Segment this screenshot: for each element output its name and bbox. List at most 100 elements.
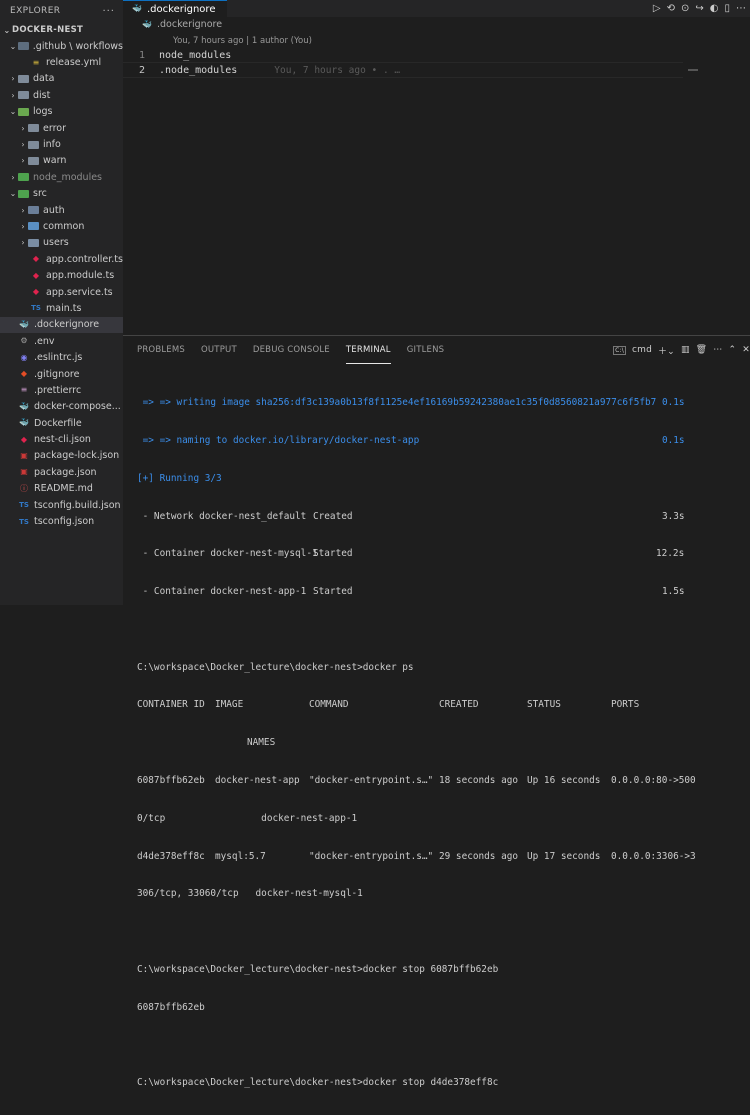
terminal-line: C:\workspace\Docker_lecture\docker-nest>… bbox=[137, 963, 499, 975]
tree-item[interactable]: 🐳 Dockerfile bbox=[0, 415, 123, 431]
more-actions-icon[interactable]: ⋯ bbox=[713, 345, 722, 355]
chevron-right-icon: › bbox=[21, 205, 25, 215]
run-icon[interactable]: ▷ bbox=[653, 3, 661, 14]
tree-item[interactable]: 🐳 .dockerignore bbox=[0, 316, 123, 334]
tree-item[interactable]: › node_modules bbox=[0, 169, 123, 185]
tree-item[interactable]: ◉ .eslintrc.js bbox=[0, 349, 123, 365]
breadcrumb-file: .dockerignore bbox=[157, 19, 223, 30]
docker-file-icon: 🐳 bbox=[142, 19, 152, 29]
tree-item[interactable]: ◆ .gitignore bbox=[0, 366, 123, 382]
tree-item[interactable]: › users bbox=[0, 235, 123, 251]
line-number: 1 bbox=[138, 49, 145, 61]
minimap[interactable] bbox=[688, 69, 698, 71]
npm-icon: ▣ bbox=[20, 450, 28, 460]
terminal-icon: C:\ bbox=[613, 345, 626, 355]
ts-file-icon: TS bbox=[19, 517, 29, 526]
tree-item[interactable]: › data bbox=[0, 71, 123, 87]
tree-item-label: package.json bbox=[34, 466, 97, 478]
tree-item-label: error bbox=[43, 122, 66, 134]
chevron-right-icon: › bbox=[11, 172, 15, 182]
chevron-right-icon: › bbox=[21, 123, 25, 133]
breadcrumb[interactable]: 🐳 .dockerignore bbox=[123, 17, 750, 32]
code-editor[interactable]: You, 7 hours ago | 1 author (You) 1 node… bbox=[123, 32, 750, 82]
tree-item[interactable]: ⌄ .github \ workflows bbox=[0, 38, 123, 54]
trash-icon[interactable]: 🗑 bbox=[696, 345, 708, 355]
tree-item-label: .dockerignore bbox=[34, 319, 100, 331]
tree-item[interactable]: ⌄ src bbox=[0, 186, 123, 202]
tree-item[interactable]: ▣ package.json bbox=[0, 464, 123, 480]
tree-item-label: .gitignore bbox=[34, 368, 80, 380]
eslint-icon: ◉ bbox=[20, 352, 28, 362]
tree-item[interactable]: TS main.ts bbox=[0, 300, 123, 316]
code-line-1[interactable]: 1 node_modules bbox=[123, 48, 683, 62]
project-name: DOCKER-NEST bbox=[12, 25, 84, 35]
tab-debug-console[interactable]: DEBUG CONSOLE bbox=[253, 336, 330, 364]
tab-gitlens[interactable]: GITLENS bbox=[407, 336, 445, 364]
tree-item-label: docker-compose... bbox=[34, 401, 121, 413]
yml-file-icon: ≡ bbox=[32, 57, 40, 67]
split-editor-icon[interactable]: ▯ bbox=[724, 3, 730, 14]
more-actions-icon[interactable]: ··· bbox=[102, 6, 115, 17]
codelens-author[interactable]: You, 7 hours ago | 1 author (You) bbox=[173, 36, 312, 46]
project-section-header[interactable]: ⌄ DOCKER-NEST bbox=[0, 22, 123, 38]
editor-actions: ▷ ⟲ ⊙ ↪ ◐ ▯ ⋯ bbox=[653, 0, 750, 17]
tree-item[interactable]: › info bbox=[0, 136, 123, 152]
git-compare-icon[interactable]: ⟲ bbox=[667, 3, 675, 14]
tab-problems[interactable]: PROBLEMS bbox=[137, 336, 185, 364]
tree-item[interactable]: › error bbox=[0, 120, 123, 136]
chevron-right-icon: › bbox=[11, 90, 15, 100]
tree-item[interactable]: ◆ app.service.ts bbox=[0, 284, 123, 300]
go-forward-icon[interactable]: ↪ bbox=[695, 3, 703, 14]
tree-item[interactable]: ▣ package-lock.json bbox=[0, 448, 123, 464]
tab-dockerignore[interactable]: 🐳 .dockerignore bbox=[123, 0, 227, 17]
tree-item-label: users bbox=[43, 237, 69, 249]
tree-item-label: tsconfig.json bbox=[34, 516, 95, 528]
close-icon[interactable]: ✕ bbox=[742, 345, 750, 355]
terminal-line: => => naming to docker.io/library/docker… bbox=[137, 434, 685, 446]
folder-src-icon bbox=[18, 189, 29, 198]
tree-item[interactable]: › common bbox=[0, 218, 123, 234]
tree-item[interactable]: ≡ release.yml bbox=[0, 54, 123, 70]
more-actions-icon[interactable]: ⋯ bbox=[736, 3, 746, 14]
tree-item[interactable]: ◆ app.module.ts bbox=[0, 267, 123, 283]
tree-item[interactable]: ⓘ README.md bbox=[0, 481, 123, 497]
tree-item-label: release.yml bbox=[46, 57, 102, 69]
timeline-icon[interactable]: ◐ bbox=[710, 3, 719, 14]
ps-row-wrap: 306/tcp, 33060/tcp docker-nest-mysql-1 bbox=[137, 888, 363, 900]
tree-item[interactable]: ⌄ logs bbox=[0, 104, 123, 120]
terminal-line: - Container docker-nest-app-1 Started 1.5s bbox=[137, 586, 685, 598]
tree-item-label: warn bbox=[43, 155, 67, 167]
terminal-line: [+] Running 3/3 bbox=[137, 472, 222, 484]
panel-tabs: PROBLEMS OUTPUT DEBUG CONSOLE TERMINAL G… bbox=[123, 336, 750, 364]
tree-item-label: tsconfig.build.json bbox=[34, 499, 121, 511]
tree-item[interactable]: › warn bbox=[0, 153, 123, 169]
terminal-line: - Container docker-nest-mysql-1 Started 12… bbox=[137, 548, 685, 560]
terminal-line: 6087bffb62eb bbox=[137, 1001, 205, 1013]
tab-terminal[interactable]: TERMINAL bbox=[345, 336, 391, 364]
tree-item[interactable]: TS tsconfig.json bbox=[0, 513, 123, 529]
chevron-right-icon: › bbox=[21, 238, 25, 248]
shell-name[interactable]: cmd bbox=[632, 345, 652, 355]
split-terminal-icon[interactable]: ▥ bbox=[681, 345, 690, 355]
terminal-blank bbox=[137, 926, 656, 939]
tree-item[interactable]: ◆ app.controller.ts bbox=[0, 251, 123, 267]
tree-item[interactable]: › dist bbox=[0, 87, 123, 103]
tab-output[interactable]: OUTPUT bbox=[201, 336, 237, 364]
maximize-icon[interactable]: ⌃ bbox=[729, 345, 737, 355]
tree-item[interactable]: › auth bbox=[0, 202, 123, 218]
code-line-2[interactable]: 2 .node_modules You, 7 hours ago • . … bbox=[123, 62, 683, 78]
tree-item-label: src bbox=[33, 188, 47, 200]
tree-item[interactable]: ⚙ .env bbox=[0, 333, 123, 349]
tree-item[interactable]: 🐳 docker-compose... bbox=[0, 399, 123, 415]
tree-item[interactable]: ◆ nest-cli.json bbox=[0, 431, 123, 447]
inline-blame: You, 7 hours ago • . … bbox=[274, 64, 401, 76]
chevron-right-icon: › bbox=[21, 140, 25, 150]
tree-item[interactable]: TS tsconfig.build.json bbox=[0, 497, 123, 513]
git-commit-icon[interactable]: ⊙ bbox=[681, 3, 689, 14]
nest-file-icon: ◆ bbox=[32, 287, 40, 297]
tree-item[interactable]: ≡ .prettierrc bbox=[0, 382, 123, 398]
new-terminal-icon[interactable]: ＋⌄ bbox=[658, 344, 675, 357]
tree-item-label: data bbox=[33, 73, 55, 85]
editor-area: 🐳 .dockerignore ▷ ⟲ ⊙ ↪ ◐ ▯ ⋯ 🐳 .dockeri… bbox=[123, 0, 750, 1088]
terminal-output[interactable]: => => writing image sha256:df3c139a0b13f… bbox=[137, 372, 696, 1115]
